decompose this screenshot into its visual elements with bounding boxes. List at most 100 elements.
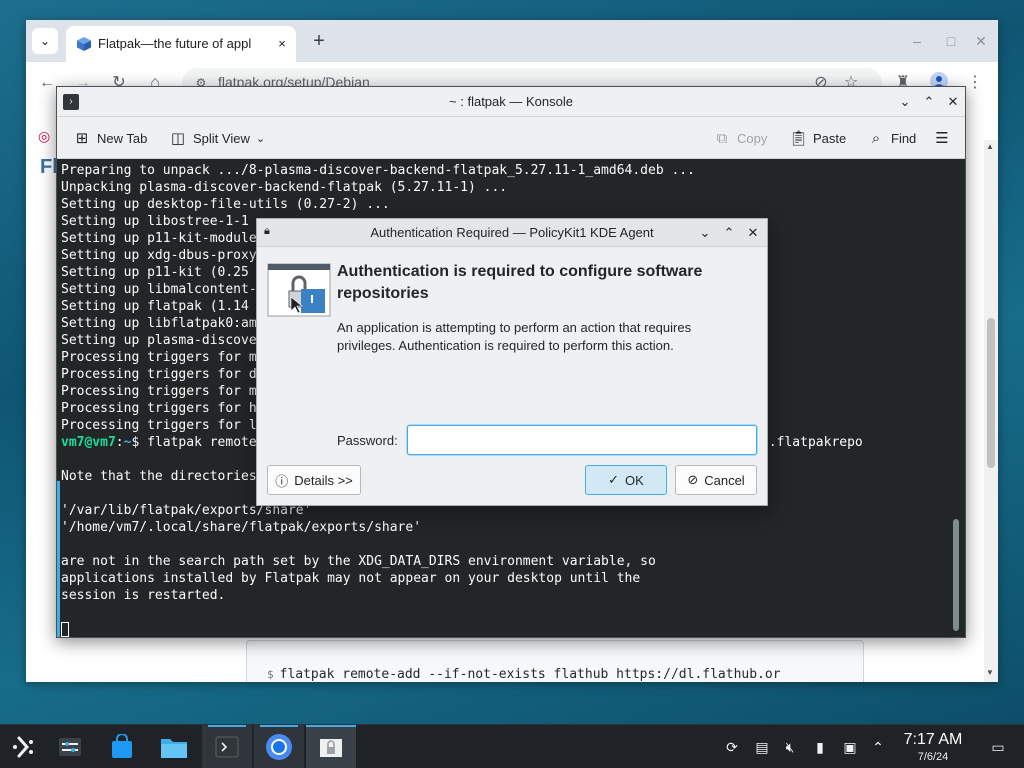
code-snippet-text: flatpak remote-add --if-not-exists flath… [279, 667, 781, 682]
details-button[interactable]: ⓘ Details >> [267, 465, 361, 495]
lock-window-icon [267, 263, 331, 317]
system-settings-launcher[interactable] [46, 725, 94, 768]
network-icon[interactable]: ▣ [840, 737, 860, 757]
tab-list-button[interactable]: ⌄ [32, 28, 58, 54]
minimize-icon[interactable]: ⌄ [695, 223, 715, 243]
terminal-cursor-line [61, 621, 695, 638]
tab-title: Flatpak—the future of appl [98, 36, 252, 51]
command-start: flatpak remote [139, 435, 257, 450]
scrollbar-thumb[interactable] [987, 318, 995, 468]
close-window-icon[interactable]: ✕ [943, 92, 963, 112]
konsole-titlebar[interactable]: › ~ : flatpak — Konsole ⌄ ⌃ ✕ [57, 87, 965, 117]
ok-label: OK [625, 472, 644, 488]
tray-expand-icon[interactable]: ⌃ [868, 737, 888, 757]
hamburger-menu-button[interactable]: ☰ [933, 127, 951, 149]
search-icon: ⌕ [871, 129, 881, 147]
split-view-icon: ◫ [170, 130, 186, 147]
file-manager-icon [161, 739, 187, 758]
close-window-icon[interactable]: ✕ [970, 30, 992, 52]
chevron-down-icon: ⌄ [39, 34, 51, 48]
cancel-button[interactable]: ⊘ Cancel [675, 465, 757, 495]
auth-heading: Authentication is required to configure … [337, 263, 703, 302]
copy-icon: ⧉ [716, 129, 728, 147]
info-icon: ⓘ [275, 473, 289, 489]
ok-button[interactable]: ✓ OK [585, 465, 667, 495]
copy-button[interactable]: ⧉ Copy [713, 127, 768, 149]
polkit-lock-icon [320, 739, 342, 757]
new-tab-button[interactable]: ⊞ New Tab [73, 127, 148, 149]
volume-muted-icon[interactable]: 🔇︎ [780, 737, 800, 757]
password-field[interactable] [407, 425, 757, 455]
discover-launcher[interactable] [98, 725, 146, 768]
terminal-line: Unpacking plasma-discover-backend-flatpa… [61, 180, 508, 195]
clock-time[interactable]: 7:17 AM [900, 731, 966, 749]
auth-description: An application is attempting to perform … [337, 320, 692, 353]
battery-icon[interactable]: ▮ [810, 737, 830, 757]
scroll-down-icon[interactable]: ▼ [986, 668, 994, 677]
auth-dialog-titlebar[interactable]: 🔒︎ Authentication Required — PolicyKit1 … [257, 219, 767, 247]
browser-tab-bar: ⌄ Flatpak—the future of appl × + – □ ✕ [26, 20, 998, 62]
paste-label: Paste [813, 130, 847, 146]
terminal-line: are not in the search path set by the XD… [61, 554, 656, 569]
maximize-icon[interactable]: ⌃ [919, 92, 939, 112]
konsole-toolbar: ⊞ New Tab ◫ Split View ⌄ ⧉ Copy 📋︎ Paste… [57, 117, 965, 159]
flatpak-cube-icon [77, 37, 91, 51]
konsole-icon [215, 736, 239, 758]
close-window-icon[interactable]: ✕ [743, 223, 763, 243]
find-label: Find [891, 130, 917, 146]
chromium-task[interactable] [254, 725, 304, 768]
terminal-cursor [61, 622, 69, 637]
clock-date[interactable]: 7/6/24 [900, 751, 966, 763]
cancel-label: Cancel [704, 472, 745, 488]
chromium-icon [266, 734, 292, 760]
clipboard-icon[interactable]: ▤ [752, 737, 772, 757]
close-icon[interactable]: × [272, 34, 292, 54]
konsole-task[interactable] [202, 725, 252, 768]
find-button[interactable]: ⌕ Find [867, 127, 917, 149]
browser-tab[interactable]: Flatpak—the future of appl × [66, 26, 296, 62]
new-tab-label: New Tab [97, 130, 148, 146]
hamburger-menu-icon: ☰ [935, 130, 949, 147]
split-view-label: Split View [193, 130, 250, 146]
new-tab-button[interactable]: + [308, 30, 330, 52]
authentication-dialog: 🔒︎ Authentication Required — PolicyKit1 … [256, 218, 768, 506]
new-tab-icon: ⊞ [75, 130, 89, 147]
minimize-icon[interactable]: ⌄ [895, 92, 915, 112]
terminal-line: applications installed by Flatpak may no… [61, 571, 641, 586]
password-label: Password: [337, 433, 398, 448]
updates-icon[interactable]: ⟳ [722, 737, 742, 757]
minimize-icon[interactable]: – [906, 30, 928, 52]
maximize-icon[interactable]: ⌃ [719, 223, 739, 243]
polkit-dialog-task[interactable] [306, 725, 356, 768]
back-icon[interactable]: ← [36, 72, 58, 94]
checkmark-icon: ✓ [608, 472, 620, 487]
page-scrollbar[interactable]: ▲ ▼ [984, 140, 998, 682]
paste-button[interactable]: 📋︎ Paste [789, 127, 846, 149]
terminal-line: '/home/vm7/.local/share/flatpak/exports/… [61, 520, 422, 535]
cancel-icon: ⊘ [687, 472, 699, 487]
split-view-button[interactable]: ◫ Split View ⌄ [169, 127, 265, 149]
application-launcher[interactable] [0, 725, 48, 768]
application-launcher-icon [13, 736, 33, 758]
prompt-user: vm7@vm7 [61, 435, 116, 450]
terminal-line: Preparing to unpack .../8-plasma-discove… [61, 163, 695, 178]
maximize-icon[interactable]: □ [940, 30, 962, 52]
show-desktop-icon[interactable]: ▭ [988, 737, 1008, 757]
terminal-line: Setting up desktop-file-utils (0.27-2) .… [61, 197, 390, 212]
terminal-line: session is restarted. [61, 588, 226, 603]
terminal-selection-marker [57, 481, 60, 637]
taskbar: ⟳ ▤ 🔇︎ ▮ ▣ ⌃ 7:17 AM 7/6/24 ▭ [0, 724, 1024, 768]
code-snippet: $ flatpak remote-add --if-not-exists flat… [267, 667, 781, 682]
file-manager-launcher[interactable] [150, 725, 198, 768]
terminal-scrollbar-thumb[interactable] [953, 519, 959, 631]
code-snippet-box: $ flatpak remote-add --if-not-exists flat… [246, 640, 864, 682]
debian-swirl-icon: ◎ [38, 128, 51, 144]
scroll-up-icon[interactable]: ▲ [986, 142, 994, 151]
paste-icon: 📋︎ [789, 130, 809, 147]
details-label: Details >> [294, 472, 353, 488]
chevron-down-icon: ⌄ [255, 132, 266, 145]
discover-store-icon [112, 734, 132, 758]
kebab-menu-icon[interactable]: ⋮ [964, 72, 986, 94]
